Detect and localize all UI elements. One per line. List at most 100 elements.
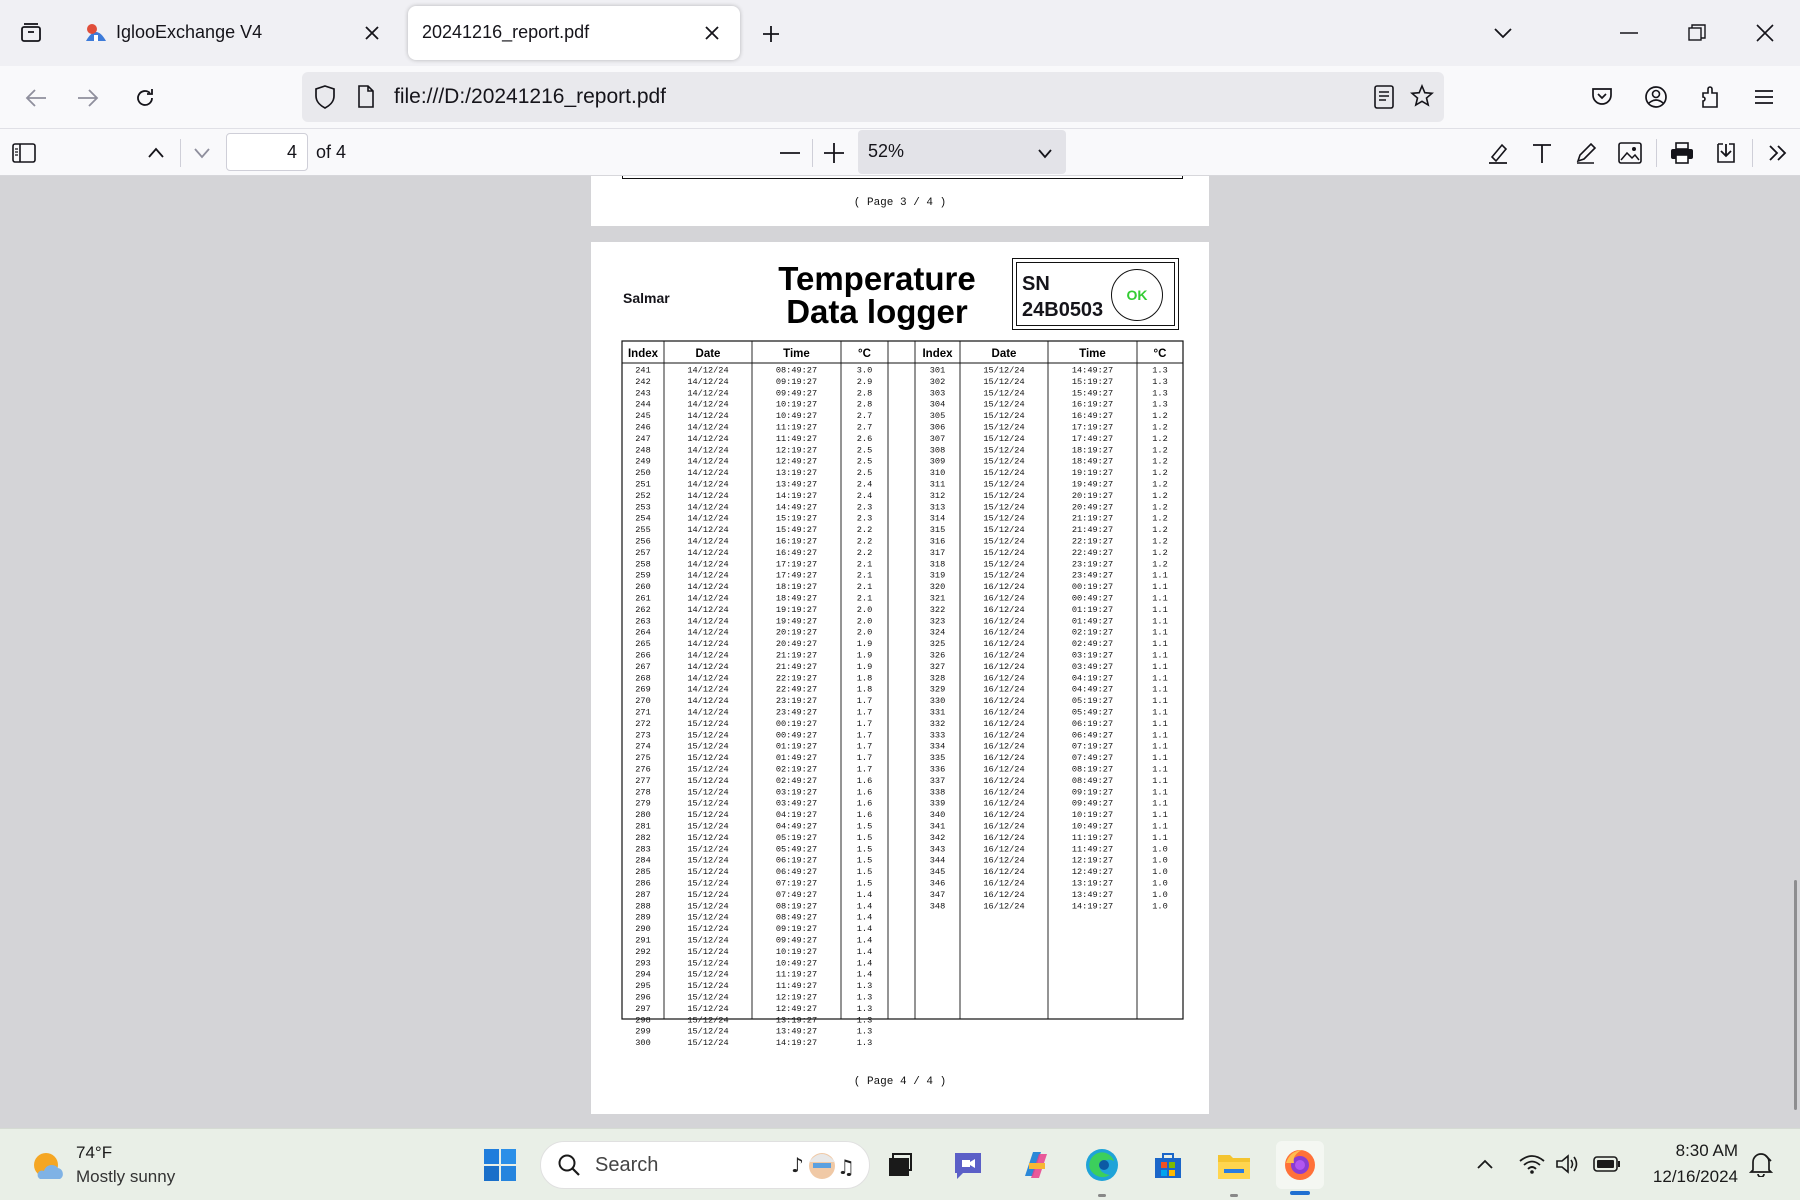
address-bar[interactable]: file:///D:/20241216_report.pdf: [302, 72, 1444, 122]
add-text-icon[interactable]: [1526, 137, 1558, 169]
page-number-input[interactable]: 4: [226, 133, 308, 171]
add-image-icon[interactable]: [1614, 137, 1646, 169]
forward-arrow-icon[interactable]: [72, 82, 104, 114]
firefox-icon[interactable]: [1276, 1141, 1324, 1195]
table-cell-right: 16/12/24: [983, 890, 1024, 900]
table-cell-left: 1.3: [857, 1038, 872, 1048]
table-cell-left: 15/12/24: [687, 833, 728, 843]
bookmark-star-icon[interactable]: [1410, 83, 1434, 113]
show-hidden-icons-chevron-icon[interactable]: [1472, 1151, 1498, 1177]
app-menu-hamburger-icon[interactable]: [1748, 81, 1780, 113]
pdf-viewer-area[interactable]: ( Page 3 / 4 ) Salmar Temperature Data l…: [0, 176, 1800, 1128]
table-cell-right: 1.1: [1152, 605, 1167, 615]
table-cell-right: 1.0: [1152, 856, 1167, 866]
close-window-icon[interactable]: [1750, 18, 1780, 48]
table-cell-left: 14/12/24: [687, 673, 728, 683]
list-all-tabs-chevron-icon[interactable]: [1488, 18, 1518, 48]
table-cell-left: 08:49:27: [776, 366, 817, 376]
tab-overview-icon[interactable]: [14, 16, 48, 50]
toggle-sidebar-icon[interactable]: [8, 137, 40, 169]
table-cell-left: 1.7: [857, 719, 872, 729]
highlight-pen-icon[interactable]: [1482, 137, 1514, 169]
table-cell-left: 277: [635, 776, 650, 786]
previous-page-chevron-icon[interactable]: [140, 137, 172, 169]
table-cell-left: 15/12/24: [687, 822, 728, 832]
table-cell-right: 301: [930, 366, 945, 376]
zoom-out-minus-icon[interactable]: [774, 137, 806, 169]
table-cell-right: 16/12/24: [983, 651, 1024, 661]
print-icon[interactable]: [1666, 137, 1698, 169]
table-cell-left: 2.7: [857, 423, 872, 433]
weather-widget[interactable]: 74°F Mostly sunny: [26, 1141, 226, 1191]
wifi-icon[interactable]: [1518, 1151, 1546, 1177]
copilot-icon[interactable]: [1012, 1141, 1060, 1189]
table-cell-right: 1.1: [1152, 787, 1167, 797]
table-cell-right: 334: [930, 742, 945, 752]
table-cell-left: 15/12/24: [687, 1004, 728, 1014]
extensions-icon[interactable]: [1694, 81, 1726, 113]
search-icon: [557, 1153, 581, 1182]
close-tab-icon[interactable]: [358, 19, 386, 47]
battery-icon[interactable]: [1592, 1151, 1622, 1177]
column-header-right: °C: [1154, 348, 1167, 360]
table-cell-left: 1.4: [857, 890, 872, 900]
back-arrow-icon[interactable]: [20, 82, 52, 114]
file-explorer-icon[interactable]: [1210, 1141, 1258, 1197]
table-cell-left: 2.5: [857, 457, 872, 467]
table-cell-right: 324: [930, 628, 945, 638]
tab-title: 20241216_report.pdf: [422, 22, 590, 42]
scrollbar-thumb[interactable]: [1794, 880, 1797, 1110]
table-cell-right: 1.2: [1152, 457, 1167, 467]
save-download-icon[interactable]: [1710, 137, 1742, 169]
table-cell-left: 18:19:27: [776, 582, 817, 592]
table-cell-right: 308: [930, 445, 945, 455]
table-cell-left: 15:49:27: [776, 525, 817, 535]
table-cell-left: 2.4: [857, 480, 872, 490]
reader-view-icon[interactable]: [1374, 85, 1394, 114]
system-clock[interactable]: 8:30 AM 12/16/2024: [1628, 1139, 1738, 1191]
svg-text:♫: ♫: [837, 1155, 855, 1179]
table-cell-right: 338: [930, 787, 945, 797]
microsoft-store-icon[interactable]: [1144, 1141, 1192, 1189]
table-cell-right: 1.1: [1152, 799, 1167, 809]
table-cell-right: 1.1: [1152, 582, 1167, 592]
taskbar-search-box[interactable]: Search ♪ ♫: [540, 1141, 870, 1189]
more-tools-double-chevron-icon[interactable]: [1762, 137, 1794, 169]
task-view-icon[interactable]: [876, 1141, 924, 1189]
tracking-shield-icon[interactable]: [314, 85, 336, 114]
start-windows-icon[interactable]: [476, 1141, 524, 1189]
next-page-chevron-icon[interactable]: [186, 137, 218, 169]
zoom-in-plus-icon[interactable]: [818, 137, 850, 169]
table-cell-right: 333: [930, 730, 945, 740]
table-cell-right: 310: [930, 468, 945, 478]
notifications-bell-icon[interactable]: [1746, 1149, 1776, 1179]
tab-iglooexchange[interactable]: IglooExchange V4: [66, 6, 400, 60]
close-tab-icon[interactable]: [698, 19, 726, 47]
volume-speaker-icon[interactable]: [1554, 1151, 1582, 1177]
table-cell-left: 14/12/24: [687, 628, 728, 638]
table-cell-right: 1.0: [1152, 844, 1167, 854]
table-cell-right: 03:49:27: [1072, 662, 1113, 672]
zoom-value: 52%: [868, 141, 905, 161]
minimize-window-icon[interactable]: [1614, 18, 1644, 48]
reload-icon[interactable]: [128, 81, 162, 115]
restore-window-icon[interactable]: [1682, 18, 1712, 48]
draw-pencil-icon[interactable]: [1570, 137, 1602, 169]
table-cell-right: 1.3: [1152, 400, 1167, 410]
edge-browser-icon[interactable]: [1078, 1141, 1126, 1197]
new-tab-plus-icon[interactable]: [755, 18, 787, 50]
table-cell-left: 14/12/24: [687, 548, 728, 558]
account-icon[interactable]: [1640, 81, 1672, 113]
search-placeholder: Search: [595, 1154, 659, 1176]
zoom-select[interactable]: 52%: [858, 130, 1066, 174]
table-cell-right: 323: [930, 616, 945, 626]
pocket-icon[interactable]: [1586, 81, 1618, 113]
teams-chat-icon[interactable]: [944, 1141, 992, 1189]
table-cell-left: 15/12/24: [687, 753, 728, 763]
table-cell-right: 305: [930, 411, 945, 421]
table-cell-left: 14:49:27: [776, 502, 817, 512]
table-cell-left: 05:19:27: [776, 833, 817, 843]
tab-report-pdf[interactable]: 20241216_report.pdf: [408, 6, 740, 60]
table-cell-right: 15/12/24: [983, 434, 1024, 444]
table-cell-left: 256: [635, 537, 650, 547]
